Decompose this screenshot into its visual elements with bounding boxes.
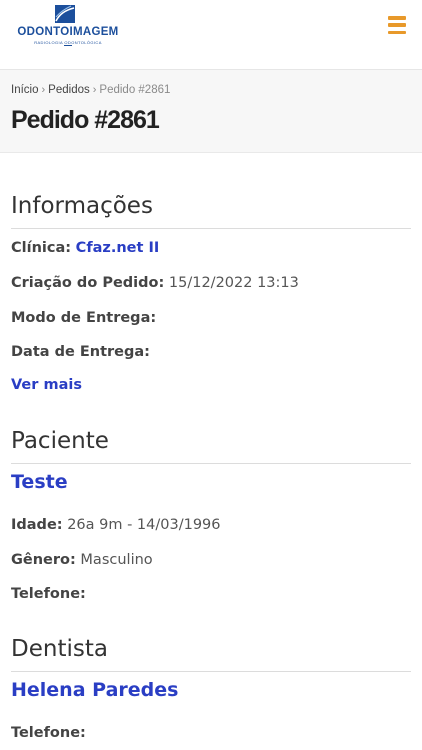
section-divider	[11, 228, 411, 229]
field-created: Criação do Pedido: 15/12/2022 13:13	[11, 275, 299, 291]
logo-mark-icon	[55, 5, 75, 23]
field-delivery-date: Data de Entrega:	[11, 344, 150, 360]
breadcrumb-item-pedidos[interactable]: Pedidos	[48, 84, 90, 96]
field-clinic: Clínica: Cfaz.net II	[11, 240, 159, 256]
age-label: Idade:	[11, 517, 63, 533]
section-divider	[11, 671, 411, 672]
patient-phone-label: Telefone:	[11, 586, 86, 602]
field-dentist-phone: Telefone:	[11, 725, 86, 741]
hamburger-icon-bar	[388, 30, 406, 34]
clinic-label: Clínica:	[11, 240, 72, 256]
chevron-right-icon: ›	[92, 84, 97, 96]
brand-name: ODONTOIMAGEM	[17, 26, 119, 38]
brand-underline	[64, 45, 72, 46]
ver-mais-link[interactable]: Ver mais	[11, 377, 82, 393]
menu-button[interactable]	[386, 14, 408, 36]
field-gender: Gênero: Masculino	[11, 552, 153, 568]
section-heading-patient: Paciente	[11, 428, 109, 454]
delivery-date-label: Data de Entrega:	[11, 344, 150, 360]
section-heading-dentist: Dentista	[11, 636, 108, 662]
patient-name-link[interactable]: Teste	[11, 471, 68, 493]
page-title: Pedido #2861	[11, 106, 160, 134]
chevron-right-icon: ›	[41, 84, 46, 96]
section-heading-info: Informações	[11, 193, 153, 219]
field-age: Idade: 26a 9m - 14/03/1996	[11, 517, 221, 533]
breadcrumb-item-current: Pedido #2861	[99, 84, 171, 96]
breadcrumb-item-inicio[interactable]: Início	[11, 84, 39, 96]
section-divider	[11, 463, 411, 464]
dentist-name-link[interactable]: Helena Paredes	[11, 679, 178, 701]
breadcrumb: Início › Pedidos › Pedido #2861	[11, 84, 170, 96]
field-delivery-mode: Modo de Entrega:	[11, 310, 156, 326]
top-navbar: ODONTOIMAGEM RADIOLOGIA ODONTOLÓGICA	[0, 0, 422, 70]
delivery-mode-label: Modo de Entrega:	[11, 310, 157, 326]
hamburger-icon-bar	[388, 16, 406, 20]
created-value: 15/12/2022 13:13	[168, 275, 299, 291]
gender-label: Gênero:	[11, 552, 76, 568]
created-label: Criação do Pedido:	[11, 275, 165, 291]
page-header: Início › Pedidos › Pedido #2861 Pedido #…	[0, 70, 422, 153]
clinic-link[interactable]: Cfaz.net II	[76, 240, 160, 256]
gender-value: Masculino	[80, 552, 153, 568]
age-value: 26a 9m - 14/03/1996	[67, 517, 221, 533]
field-patient-phone: Telefone:	[11, 586, 86, 602]
brand-logo[interactable]: ODONTOIMAGEM RADIOLOGIA ODONTOLÓGICA	[12, 5, 124, 47]
hamburger-icon-bar	[388, 23, 406, 27]
dentist-phone-label: Telefone:	[11, 725, 86, 741]
